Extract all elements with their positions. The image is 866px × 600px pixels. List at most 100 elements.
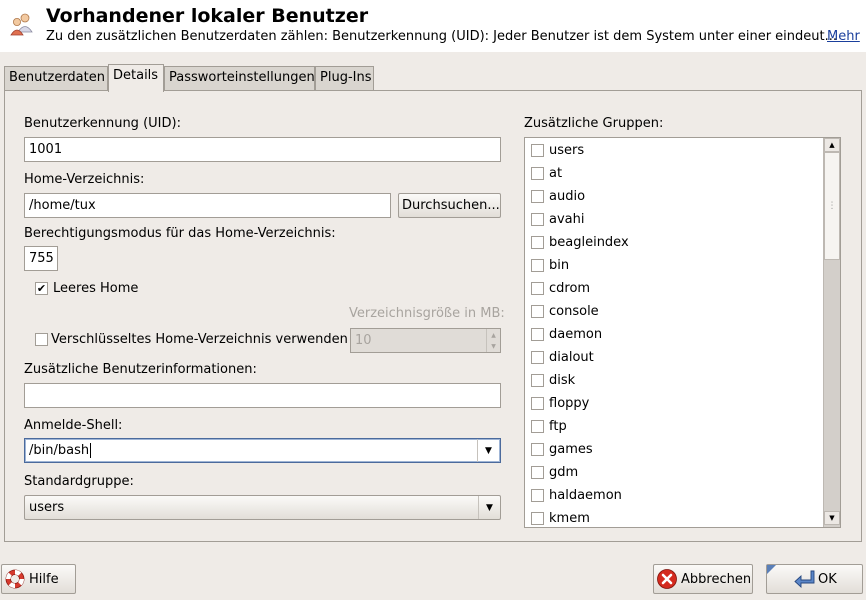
enter-arrow-icon xyxy=(793,568,815,590)
group-checkbox[interactable] xyxy=(531,351,544,364)
group-checkbox[interactable] xyxy=(531,236,544,249)
group-name: console xyxy=(549,304,599,319)
group-name: at xyxy=(549,166,563,181)
list-item[interactable]: beagleindex xyxy=(525,231,817,254)
list-item[interactable]: at xyxy=(525,162,817,185)
group-name: floppy xyxy=(549,396,590,411)
group-checkbox[interactable] xyxy=(531,489,544,502)
cancel-button[interactable]: Abbrechen xyxy=(653,564,753,594)
group-name: users xyxy=(549,143,585,158)
list-item[interactable]: kmem xyxy=(525,507,817,527)
group-name: cdrom xyxy=(549,281,591,296)
group-name: daemon xyxy=(549,327,603,342)
cancel-icon xyxy=(656,568,678,590)
tab-label: Details xyxy=(113,68,159,83)
group-checkbox[interactable] xyxy=(531,190,544,203)
group-name: avahi xyxy=(549,212,585,227)
list-item[interactable]: haldaemon xyxy=(525,484,817,507)
list-item[interactable]: console xyxy=(525,300,817,323)
list-item[interactable]: floppy xyxy=(525,392,817,415)
group-checkbox[interactable] xyxy=(531,259,544,272)
group-name: audio xyxy=(549,189,586,204)
help-button[interactable]: Hilfe xyxy=(1,564,76,594)
checkmark-icon: ✔ xyxy=(36,282,47,295)
groups-list[interactable]: users at audio avahi beagleindex bin cdr… xyxy=(524,137,841,528)
group-checkbox[interactable] xyxy=(531,512,544,525)
spin-down-icon: ▼ xyxy=(486,340,500,352)
tab-plugins[interactable]: Plug-Ins xyxy=(315,66,374,90)
browse-button[interactable]: Durchsuchen... xyxy=(398,193,501,218)
permission-mode-field[interactable]: 755 xyxy=(24,246,58,271)
list-item[interactable]: audio xyxy=(525,185,817,208)
tab-passworteinstellungen[interactable]: Passworteinstellungen xyxy=(164,66,315,90)
list-item[interactable]: users xyxy=(525,139,817,162)
list-item[interactable]: bin xyxy=(525,254,817,277)
directory-size-value: 10 xyxy=(355,333,372,348)
group-name: games xyxy=(549,442,593,457)
default-group-value: users xyxy=(29,500,65,515)
list-item[interactable]: dialout xyxy=(525,346,817,369)
encrypted-home-label: Verschlüsseltes Home-Verzeichnis verwend… xyxy=(51,332,348,347)
group-checkbox[interactable] xyxy=(531,328,544,341)
chevron-down-icon[interactable]: ▼ xyxy=(478,496,500,519)
list-item[interactable]: disk xyxy=(525,369,817,392)
group-checkbox[interactable] xyxy=(531,144,544,157)
encrypted-home-checkbox[interactable] xyxy=(35,333,48,346)
ok-button[interactable]: OK xyxy=(766,564,863,594)
list-item[interactable]: ftp xyxy=(525,415,817,438)
group-checkbox[interactable] xyxy=(531,167,544,180)
default-group-combobox[interactable]: users xyxy=(24,495,501,520)
extra-info-label: Zusätzliche Benutzerinformationen: xyxy=(24,362,257,377)
list-item[interactable]: avahi xyxy=(525,208,817,231)
login-shell-combobox[interactable]: /bin/bash xyxy=(24,438,501,463)
ok-button-label: OK xyxy=(818,571,837,587)
group-name: ftp xyxy=(549,419,567,434)
help-button-label: Hilfe xyxy=(29,571,59,587)
group-checkbox[interactable] xyxy=(531,374,544,387)
group-name: haldaemon xyxy=(549,488,622,503)
directory-size-label: Verzeichnisgröße in MB: xyxy=(349,306,505,321)
scroll-up-icon[interactable]: ▲ xyxy=(824,138,840,152)
tab-label: Benutzerdaten xyxy=(9,70,105,85)
dialog-title: Vorhandener lokaler Benutzer xyxy=(46,5,369,27)
list-item[interactable]: games xyxy=(525,438,817,461)
list-item[interactable]: gdm xyxy=(525,461,817,484)
group-checkbox[interactable] xyxy=(531,397,544,410)
users-icon xyxy=(8,10,36,38)
scrollbar-thumb[interactable]: ⋮ xyxy=(824,152,840,260)
directory-size-spinbox: 10 xyxy=(350,328,501,353)
tab-label: Passworteinstellungen xyxy=(169,70,315,85)
group-name: gdm xyxy=(549,465,579,480)
tab-details[interactable]: Details xyxy=(108,64,164,92)
groups-scrollbar[interactable]: ▲ ⋮ ▼ xyxy=(823,138,840,527)
uid-label: Benutzerkennung (UID): xyxy=(24,116,181,131)
home-directory-field[interactable]: /home/tux xyxy=(24,193,391,218)
group-name: bin xyxy=(549,258,570,273)
scroll-down-icon[interactable]: ▼ xyxy=(824,511,840,525)
group-checkbox[interactable] xyxy=(531,466,544,479)
login-shell-label: Anmelde-Shell: xyxy=(24,418,123,433)
tab-benutzerdaten[interactable]: Benutzerdaten xyxy=(4,66,108,90)
group-name: dialout xyxy=(549,350,594,365)
default-group-label: Standardgruppe: xyxy=(24,474,134,489)
permission-mode-label: Berechtigungsmodus für das Home-Verzeich… xyxy=(24,226,336,241)
group-checkbox[interactable] xyxy=(531,443,544,456)
list-item[interactable]: daemon xyxy=(525,323,817,346)
group-checkbox[interactable] xyxy=(531,282,544,295)
home-label: Home-Verzeichnis: xyxy=(24,172,145,187)
dialog-description: Zu den zusätzlichen Benutzerdaten zählen… xyxy=(46,29,838,44)
more-link[interactable]: Mehr xyxy=(827,29,860,44)
group-checkbox[interactable] xyxy=(531,213,544,226)
group-checkbox[interactable] xyxy=(531,305,544,318)
chevron-down-icon[interactable]: ▼ xyxy=(477,439,499,462)
empty-home-label: Leeres Home xyxy=(53,281,139,296)
groups-label: Zusätzliche Gruppen: xyxy=(524,116,664,131)
uid-field[interactable]: 1001 xyxy=(24,137,501,162)
tab-label: Plug-Ins xyxy=(320,70,372,85)
default-corner-marker xyxy=(767,565,776,574)
list-item[interactable]: cdrom xyxy=(525,277,817,300)
group-checkbox[interactable] xyxy=(531,420,544,433)
extra-info-field[interactable] xyxy=(24,383,501,408)
login-shell-value: /bin/bash xyxy=(29,443,90,458)
empty-home-checkbox[interactable]: ✔ xyxy=(35,282,48,295)
